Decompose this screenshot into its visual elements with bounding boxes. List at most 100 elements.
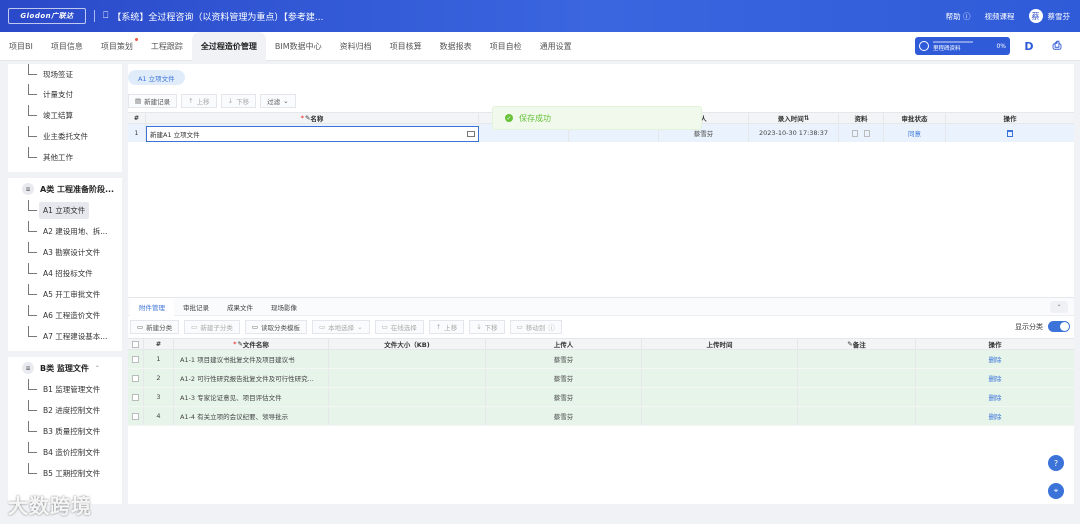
filter-label: 过滤 xyxy=(267,98,281,106)
sidebar-item-b5[interactable]: B5 工期控制文件 xyxy=(8,463,122,484)
row-select[interactable] xyxy=(128,407,144,425)
new-record-button[interactable]: ▤ 新建记录 xyxy=(128,94,178,108)
table-row[interactable]: 3 A1-3 专家论证意见、项目评估文件 蔡雪芬 删除 xyxy=(128,388,1074,407)
sidebar-group-b[interactable]: ≡ B类 监理文件 ⌃ xyxy=(8,351,122,379)
name-edit-input[interactable]: 新建A1 立项文件 xyxy=(146,126,479,142)
sidebar-item-a7[interactable]: A7 工程建设基本... xyxy=(8,326,122,347)
chevron-up-icon[interactable]: ⌃ xyxy=(1050,301,1068,313)
sidebar-item-b3[interactable]: B3 质量控制文件 xyxy=(8,421,122,442)
chevron-up-icon[interactable]: ⌃ xyxy=(95,365,100,372)
trash-icon[interactable] xyxy=(1007,129,1013,137)
tab-result-files[interactable]: 成果文件 xyxy=(218,298,262,316)
table-row[interactable]: 1 A1-1 项目建议书批复文件及项目建议书 蔡雪芬 删除 xyxy=(128,350,1074,369)
new-subcategory-button[interactable]: ▭ 新建子分类 xyxy=(184,320,240,334)
tab-archive[interactable]: 资料归档 xyxy=(331,32,381,61)
sidebar-group-a[interactable]: ≡ A类 工程准备阶段... xyxy=(8,172,122,200)
sidebar-item[interactable]: 其他工作 xyxy=(8,147,122,168)
row-checkbox[interactable] xyxy=(132,374,139,382)
tab-approval-records[interactable]: 审批记录 xyxy=(174,298,218,316)
sidebar-item-a3[interactable]: A3 勘察设计文件 xyxy=(8,242,122,263)
new-category-label: 新建分类 xyxy=(146,324,173,332)
row-approval-status[interactable]: 同意 xyxy=(884,124,946,142)
tab-project-bi[interactable]: 项目BI xyxy=(0,32,42,61)
sidebar-item-b4[interactable]: B4 造价控制文件 xyxy=(8,442,122,463)
move-down-attachment-button[interactable]: ↓ 下移 xyxy=(469,320,505,334)
tab-self-check[interactable]: 项目自检 xyxy=(481,32,531,61)
show-category-toggle[interactable] xyxy=(1048,321,1070,332)
delete-link[interactable]: 删除 xyxy=(916,388,1074,406)
move-to-button[interactable]: ▭ 移动到 ⓘ xyxy=(509,320,562,334)
sidebar-item-a5[interactable]: A5 开工审批文件 xyxy=(8,284,122,305)
help-fab-icon[interactable]: ? xyxy=(1048,455,1064,471)
load-template-button[interactable]: ▭ 读取分类模板 xyxy=(244,320,307,334)
location-fab-icon[interactable]: ⌖ xyxy=(1048,483,1064,499)
help-link[interactable]: 帮助 ⓘ xyxy=(946,11,971,22)
online-select-button[interactable]: ▭ 在线选择 xyxy=(374,320,424,334)
d-logo-icon[interactable]: D xyxy=(1020,37,1038,55)
sidebar-item-label: A7 工程建设基本... xyxy=(43,332,108,341)
tab-project-accounting[interactable]: 项目核算 xyxy=(381,32,431,61)
sidebar-item[interactable]: 计量支付 xyxy=(8,84,122,105)
row-file-size xyxy=(329,407,486,425)
new-category-button[interactable]: ▭ 新建分类 xyxy=(130,320,180,334)
calendar-icon[interactable] xyxy=(467,131,475,137)
image-icon[interactable] xyxy=(864,129,870,137)
sidebar-group-label: B类 监理文件 xyxy=(40,363,89,373)
table-row[interactable]: 4 A1-4 有关立项的会议纪要、领导批示 蔡雪芬 删除 xyxy=(128,407,1074,426)
sidebar-item[interactable]: 现场签证 xyxy=(8,64,122,84)
bookmark-icon[interactable]: ⎕ xyxy=(103,11,108,21)
sidebar-item-a1[interactable]: A1 立项文件 xyxy=(8,200,122,221)
row-checkbox[interactable] xyxy=(132,355,139,363)
row-remark xyxy=(798,407,916,425)
move-up-button[interactable]: ↑ 上移 xyxy=(181,94,217,108)
folder-icon: ≡ xyxy=(22,362,34,374)
delete-link[interactable]: 删除 xyxy=(916,369,1074,387)
tab-project-info[interactable]: 项目信息 xyxy=(42,32,92,61)
row-uploader: 蔡雪芬 xyxy=(486,388,642,406)
milestone-progress[interactable]: 里程碑资料 0% xyxy=(915,37,1010,55)
sidebar-item[interactable]: 竣工结算 xyxy=(8,105,122,126)
tab-cost-management[interactable]: 全过程造价管理 xyxy=(191,31,266,61)
tab-engineering-tracking[interactable]: 工程跟踪 xyxy=(142,32,192,61)
select-all-checkbox[interactable] xyxy=(132,340,139,348)
delete-link[interactable]: 删除 xyxy=(916,407,1074,425)
sidebar-item-b1[interactable]: B1 监理管理文件 xyxy=(8,379,122,400)
tab-attachments[interactable]: 附件管理 xyxy=(130,297,174,316)
record-toolbar: ▤ 新建记录 ↑ 上移 ↓ 下移 过滤 ⌄ xyxy=(128,94,296,108)
col-name[interactable]: * ✎ 名称 xyxy=(146,113,479,123)
sidebar-item-a2[interactable]: A2 建设用地、拆... xyxy=(8,221,122,242)
row-select[interactable] xyxy=(128,388,144,406)
row-select[interactable] xyxy=(128,350,144,368)
tab-general-settings[interactable]: 通用设置 xyxy=(531,32,581,61)
row-select[interactable] xyxy=(128,369,144,387)
printer-icon[interactable]: ⎙ xyxy=(1048,37,1066,55)
tab-bim-data-center[interactable]: BIM数据中心 xyxy=(266,32,331,61)
col-select[interactable] xyxy=(128,339,144,349)
user-menu[interactable]: 蔡 蔡雪芬 xyxy=(1028,9,1071,23)
sidebar-item-b2[interactable]: B2 进度控制文件 xyxy=(8,400,122,421)
sidebar-item-a4[interactable]: A4 招投标文件 xyxy=(8,263,122,284)
row-checkbox[interactable] xyxy=(132,393,139,401)
move-up-attachment-button[interactable]: ↑ 上移 xyxy=(428,320,465,334)
tab-site-images[interactable]: 现场影像 xyxy=(262,298,306,316)
user-name: 蔡雪芬 xyxy=(1047,11,1071,21)
filter-button[interactable]: 过滤 ⌄ xyxy=(260,94,296,108)
milestone-progress-bar: 里程碑资料 xyxy=(933,41,992,52)
sidebar-item-a6[interactable]: A6 工程造价文件 xyxy=(8,305,122,326)
table-row[interactable]: 2 A1-2 可行性研究报告批复文件及可行性研究... 蔡雪芬 删除 xyxy=(128,369,1074,388)
video-course-link[interactable]: 视频课程 xyxy=(985,11,1015,22)
category-chip[interactable]: A1 立项文件 xyxy=(128,70,185,85)
tab-data-reports[interactable]: 数据报表 xyxy=(431,32,481,61)
col-entry-time[interactable]: 录入时间 ⇅ xyxy=(749,113,839,123)
row-uploader: 蔡雪芬 xyxy=(486,350,642,368)
delete-link[interactable]: 删除 xyxy=(916,350,1074,368)
move-down-button[interactable]: ↓ 下移 xyxy=(220,94,257,108)
sidebar-item[interactable]: 业主委托文件 xyxy=(8,126,122,147)
row-remark xyxy=(798,388,916,406)
tab-project-planning[interactable]: 项目策划 xyxy=(92,32,142,61)
row-file-name: A1-1 项目建议书批复文件及项目建议书 xyxy=(174,350,329,368)
file-icon[interactable] xyxy=(852,129,858,137)
folder-icon: ▭ xyxy=(251,323,258,331)
row-checkbox[interactable] xyxy=(132,412,139,420)
local-select-button[interactable]: ▭ 本地选择 ⌄ xyxy=(311,320,370,334)
